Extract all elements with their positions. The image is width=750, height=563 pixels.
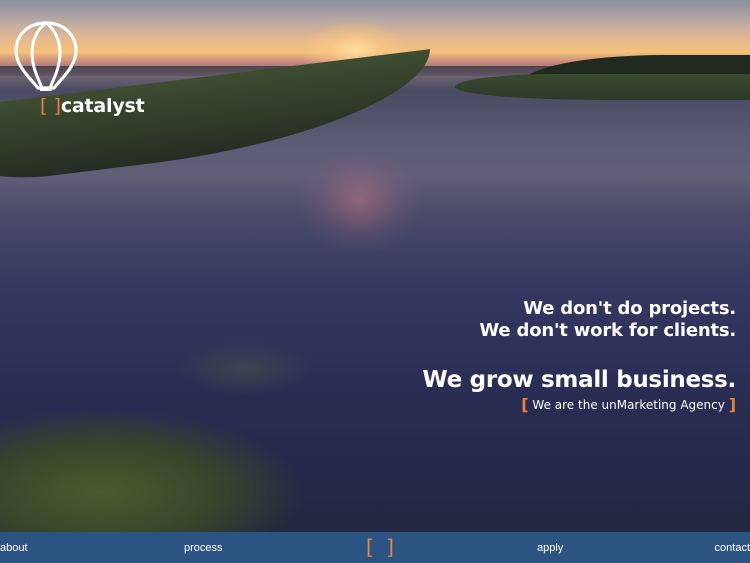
logo-name: catalyst [60, 95, 145, 117]
hero-headline: We grow small business. [422, 367, 736, 393]
hot-air-balloon-icon [14, 21, 78, 91]
shore-right [455, 74, 750, 100]
hero-tagline: We don't do projects. We don't work for … [422, 298, 736, 414]
marsh-grass-foreground [0, 410, 300, 532]
subline-bracket-right: ] [728, 395, 736, 414]
bottom-navbar: about process [ ] apply contact [0, 532, 750, 563]
subline-text: We are the unMarketing Agency [532, 398, 725, 412]
tagline-line-1: We don't do projects. [523, 298, 736, 319]
sun-reflection [300, 150, 420, 250]
logo-wordmark: [ ]catalyst [40, 95, 145, 117]
tagline-line-2: We don't work for clients. [479, 320, 736, 341]
nav-link-apply[interactable]: apply [537, 542, 563, 554]
subline-bracket-left: [ [521, 395, 529, 414]
marsh-grass [175, 340, 315, 395]
logo-bracket-right: ] [53, 95, 61, 117]
nav-link-contact[interactable]: contact [715, 542, 750, 554]
nav-home-logo[interactable]: [ ] [366, 536, 397, 558]
nav-link-process[interactable]: process [184, 542, 223, 554]
site-logo[interactable]: [ ]catalyst [14, 20, 145, 120]
hero-subline: [ We are the unMarketing Agency ] [521, 396, 736, 414]
nav-link-about[interactable]: about [0, 542, 28, 554]
logo-bracket-left: [ [40, 95, 48, 117]
